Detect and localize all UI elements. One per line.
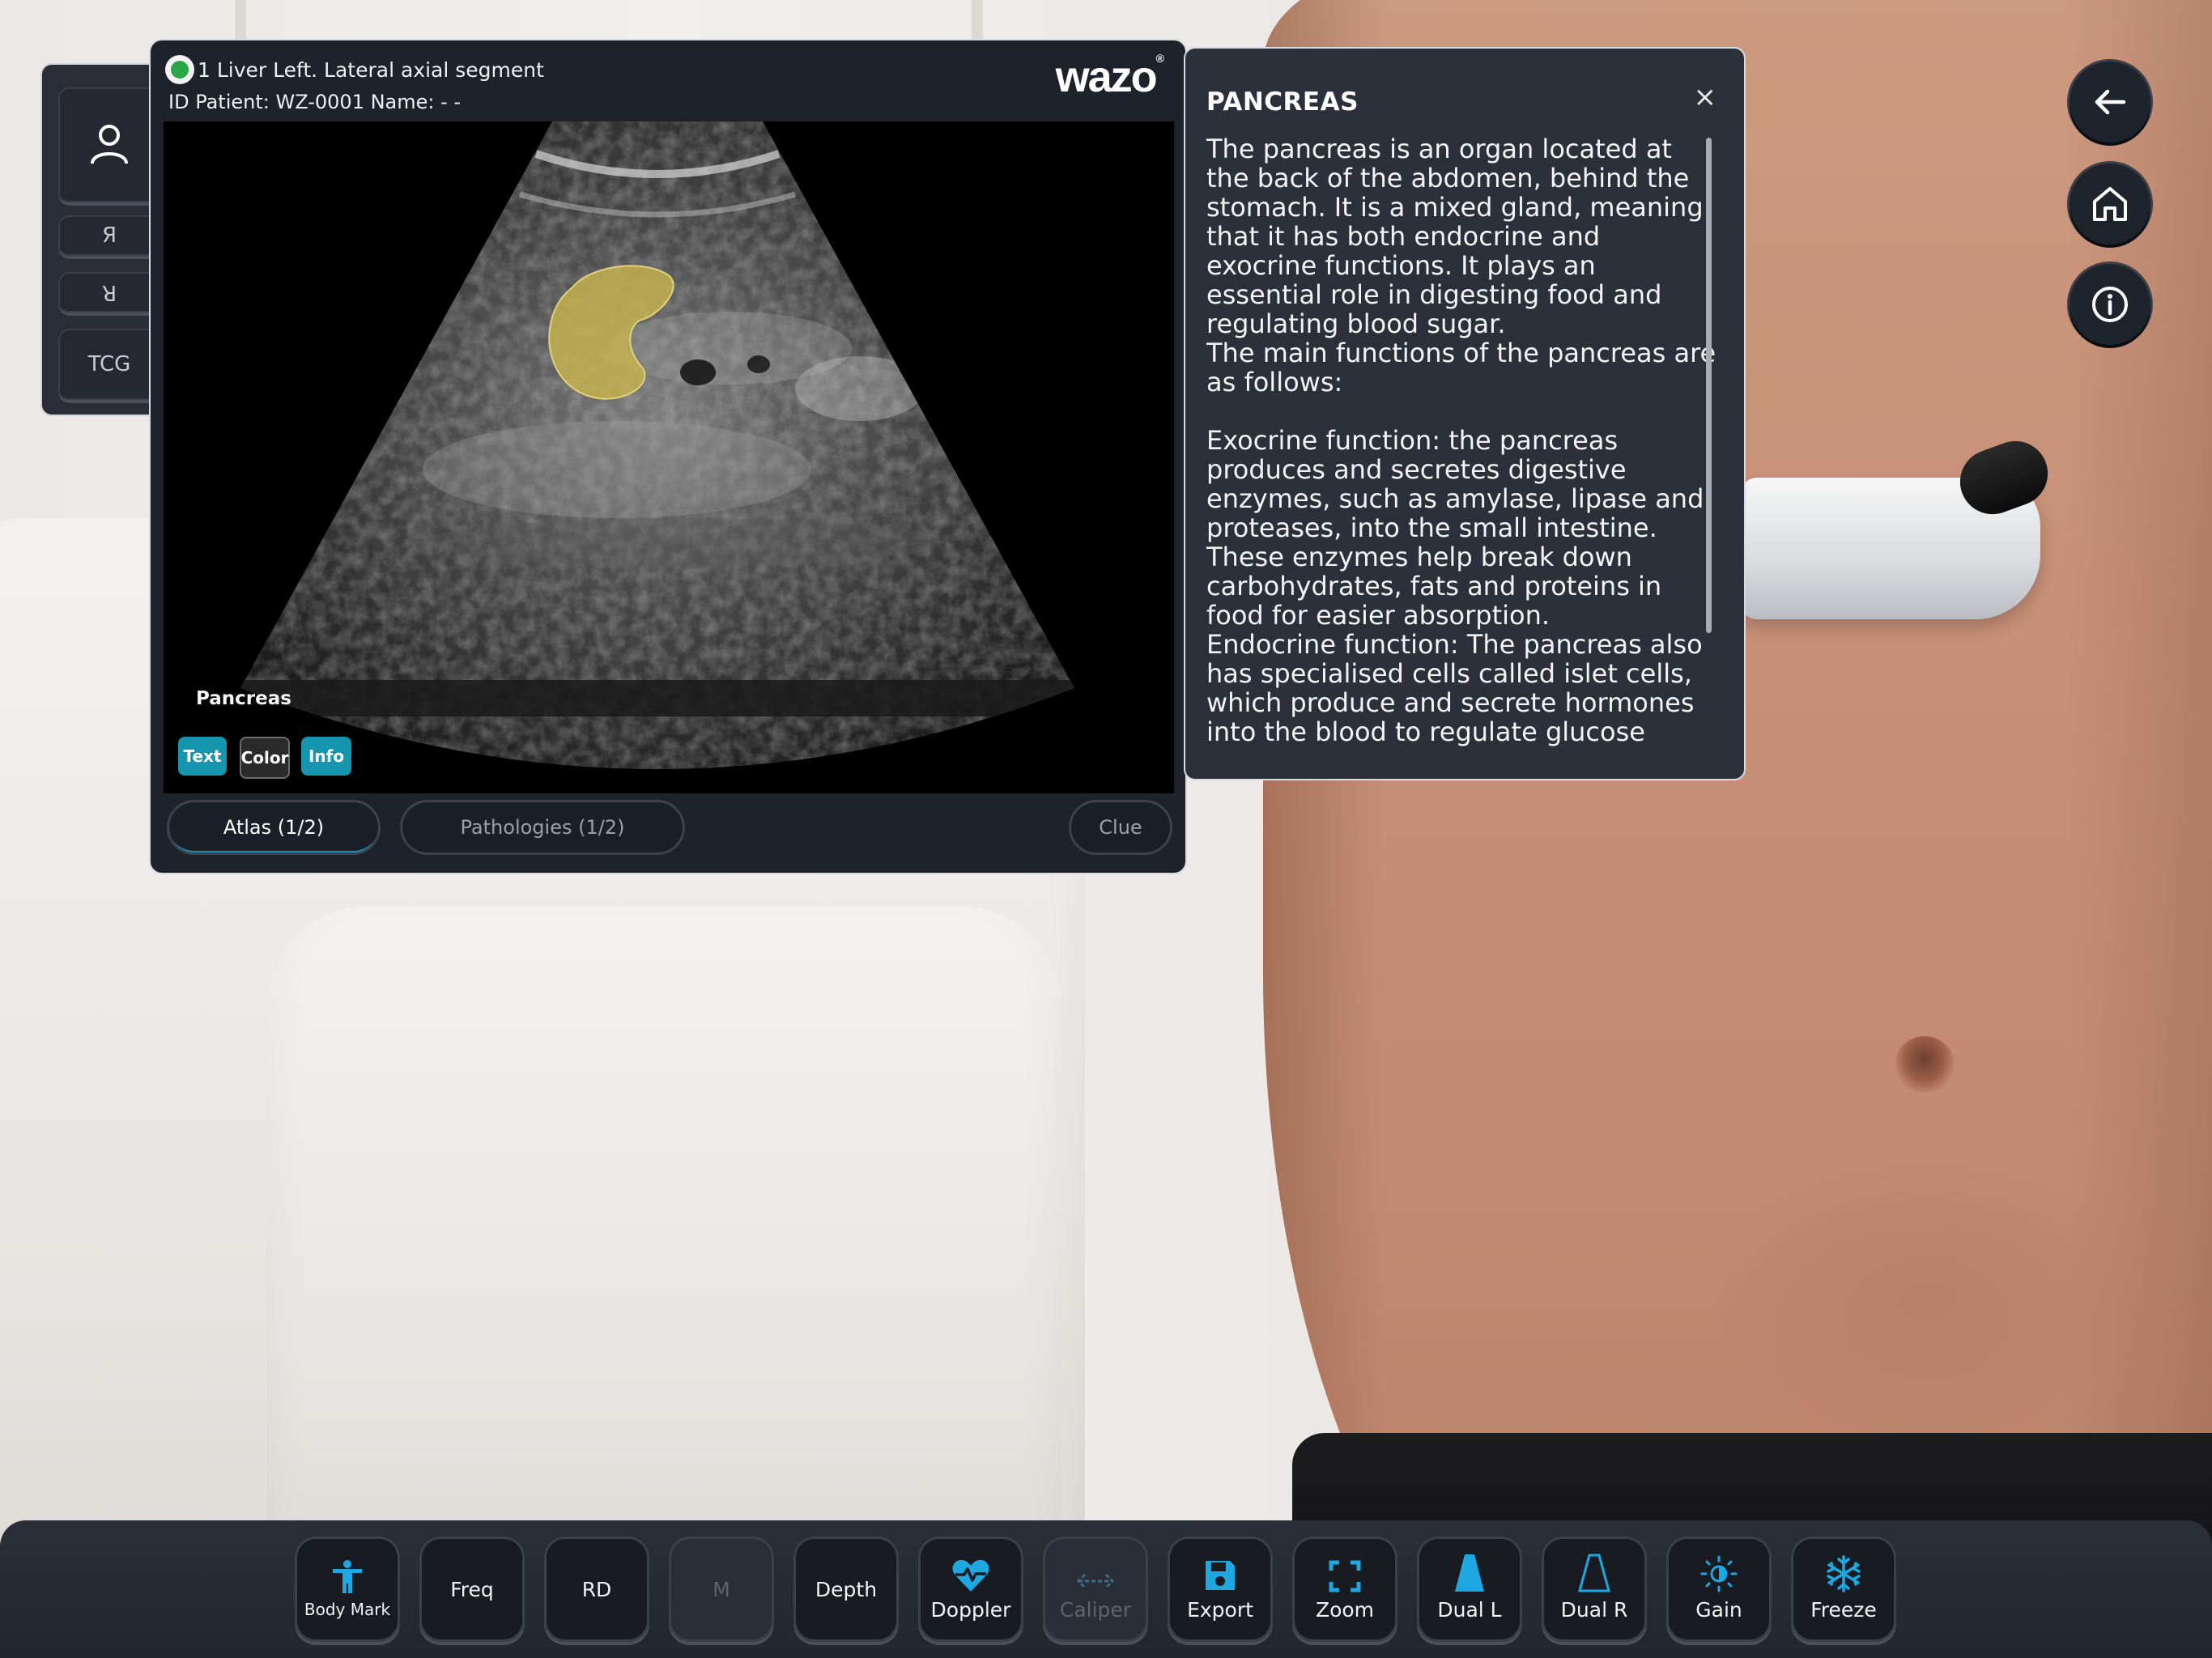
dual-l-button[interactable]: Dual L <box>1417 1537 1522 1642</box>
freeze-button[interactable]: Freeze <box>1791 1537 1896 1642</box>
depth-button[interactable]: Depth <box>793 1537 899 1642</box>
m-mode-button[interactable]: M <box>669 1537 774 1642</box>
side-button-label: R <box>101 280 117 304</box>
zoom-button[interactable]: Zoom <box>1292 1537 1397 1642</box>
info-panel: PANCREAS × The pancreas is an organ loca… <box>1184 47 1746 780</box>
tool-label: Dual R <box>1560 1597 1628 1622</box>
heart-pulse-icon <box>952 1559 989 1592</box>
caliper-icon <box>1076 1573 1115 1588</box>
info-title: PANCREAS <box>1206 87 1359 117</box>
ultrasound-window: 1 Liver Left. Lateral axial segment ID P… <box>149 39 1187 874</box>
body-mark-button[interactable]: Body Mark <box>295 1537 400 1642</box>
side-button-label: TCG <box>87 352 131 376</box>
user-icon <box>91 125 128 164</box>
dual-left-icon <box>1455 1554 1484 1592</box>
clue-button[interactable]: Clue <box>1069 800 1172 855</box>
back-arrow-icon <box>2095 89 2126 115</box>
info-toggle-button[interactable]: Info <box>301 737 351 776</box>
tool-label: Zoom <box>1315 1597 1375 1622</box>
dual-right-icon <box>1578 1554 1610 1592</box>
home-button[interactable] <box>2069 164 2150 244</box>
info-button[interactable] <box>2069 264 2150 345</box>
tab-atlas[interactable]: Atlas (1/2) <box>167 800 381 855</box>
tool-label: Dual L <box>1437 1597 1502 1622</box>
close-icon[interactable]: × <box>1694 81 1717 113</box>
ultrasound-image[interactable]: Pancreas Text Color Info <box>164 121 1174 793</box>
tool-label: Gain <box>1695 1597 1742 1622</box>
body-mark-icon <box>333 1560 362 1593</box>
info-icon <box>2092 287 2128 322</box>
patient-button[interactable] <box>58 87 160 206</box>
patient-info: ID Patient: WZ-0001 Name: - - <box>168 91 462 113</box>
tool-label: Freeze <box>1810 1597 1877 1622</box>
tool-label: RD <box>581 1577 612 1601</box>
wazo-logo: wazo® <box>1055 52 1164 101</box>
snowflake-icon <box>1827 1554 1861 1592</box>
tool-label: M <box>713 1577 730 1601</box>
back-button[interactable] <box>2069 62 2150 142</box>
dual-r-button[interactable]: Dual R <box>1542 1537 1647 1642</box>
window-title: 1 Liver Left. Lateral axial segment <box>198 58 544 82</box>
info-body-text: The pancreas is an organ located at the … <box>1206 134 1716 747</box>
export-button[interactable]: Export <box>1168 1537 1273 1642</box>
tool-label: Caliper <box>1059 1597 1132 1622</box>
caliper-button[interactable]: Caliper <box>1043 1537 1148 1642</box>
gain-button[interactable]: Gain <box>1666 1537 1772 1642</box>
info-scrollbar[interactable] <box>1706 138 1712 633</box>
zoom-frame-icon <box>1329 1560 1361 1592</box>
color-toggle-button[interactable]: Color <box>240 737 290 779</box>
brightness-icon <box>1700 1555 1738 1592</box>
tool-label: Body Mark <box>304 1600 391 1619</box>
tool-label: Depth <box>815 1577 878 1601</box>
doppler-button[interactable]: Doppler <box>918 1537 1023 1642</box>
tool-label: Freq <box>450 1577 494 1601</box>
tab-pathologies[interactable]: Pathologies (1/2) <box>400 800 685 855</box>
tcg-button[interactable]: TCG <box>58 329 160 403</box>
save-icon <box>1206 1560 1235 1590</box>
orientation-button-r-mirrored[interactable]: Я <box>58 215 160 259</box>
text-toggle-button[interactable]: Text <box>178 737 227 776</box>
organ-label: Pancreas <box>196 688 291 709</box>
rd-button[interactable]: RD <box>544 1537 649 1642</box>
tool-label: Doppler <box>930 1597 1011 1622</box>
side-button-label: Я <box>101 223 117 248</box>
ultrasound-scan-svg <box>240 121 1074 769</box>
status-indicator <box>165 55 194 84</box>
patient-navel <box>1895 1036 1955 1093</box>
freq-button[interactable]: Freq <box>419 1537 525 1642</box>
tool-label: Export <box>1187 1597 1253 1622</box>
home-icon <box>2093 187 2127 221</box>
side-panel: Я R TCG <box>40 63 165 416</box>
orientation-button-r[interactable]: R <box>58 272 160 316</box>
ultrasound-probe[interactable] <box>1741 432 2057 623</box>
